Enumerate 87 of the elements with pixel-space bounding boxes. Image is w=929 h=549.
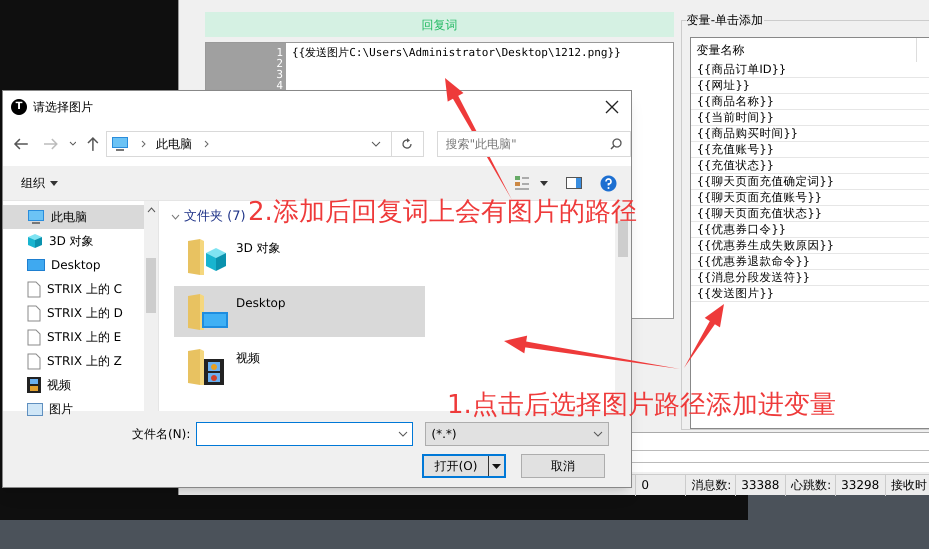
variable-item[interactable]: {{充值账号}} xyxy=(690,142,929,158)
film-icon xyxy=(27,377,41,393)
scrollbar[interactable] xyxy=(144,201,158,411)
nav-item[interactable]: STRIX 上的 Z xyxy=(3,349,144,373)
chevron-down-icon xyxy=(593,431,604,437)
column-header: 变量名称 xyxy=(690,38,917,62)
help-icon[interactable] xyxy=(600,174,617,192)
variable-item[interactable]: {{充值状态}} xyxy=(690,158,929,174)
document-icon xyxy=(27,328,41,346)
status-text: 接收时 xyxy=(885,474,929,496)
variable-item[interactable]: {{聊天页面充值账号}} xyxy=(690,190,929,206)
app-logo: T xyxy=(11,98,27,114)
cancel-button[interactable]: 取消 xyxy=(521,454,605,478)
document-icon xyxy=(27,280,41,298)
group-title: 变量-单击添加 xyxy=(686,12,764,28)
dialog-title: 请选择图片 xyxy=(33,98,93,116)
chevron-down-icon[interactable] xyxy=(68,141,76,147)
caret-icon xyxy=(492,464,501,468)
folder-item[interactable]: 视频 xyxy=(174,341,425,392)
code-line: {{发送图片C:\Users\Administrator\Desktop\1212.png}} xyxy=(292,46,622,60)
line-number: 1 xyxy=(276,47,283,58)
cube-icon xyxy=(27,233,43,249)
chevron-right-icon xyxy=(141,140,146,148)
computer-icon xyxy=(27,209,45,225)
organize-menu[interactable]: 组织 xyxy=(21,174,58,192)
chevron-down-icon[interactable] xyxy=(171,214,180,220)
group-header: 文件夹 (7) xyxy=(184,208,246,226)
nav-item[interactable]: Desktop xyxy=(3,253,144,277)
folder-item[interactable]: 3D 对象 xyxy=(174,231,425,282)
search-icon xyxy=(610,138,622,150)
variable-item[interactable]: {{聊天页面充值确定词}} xyxy=(690,174,929,190)
variable-item[interactable]: {{当前时间}} xyxy=(690,110,929,126)
status-text: 心跳数: xyxy=(785,474,836,496)
annotation-arrow xyxy=(684,304,724,368)
file-type-dropdown[interactable]: (*.*) xyxy=(425,422,610,446)
status-text: 0 xyxy=(635,474,686,496)
chevron-right-icon xyxy=(204,140,210,148)
nav-item[interactable]: 图片 xyxy=(3,397,144,421)
variable-item[interactable]: {{发送图片}} xyxy=(690,286,929,302)
variable-item[interactable]: {{商品订单ID}} xyxy=(690,62,929,78)
nav-item[interactable]: STRIX 上的 C xyxy=(3,277,144,301)
chevron-down-icon xyxy=(398,431,408,437)
chevron-up-icon[interactable] xyxy=(146,207,156,213)
variable-item[interactable]: {{优惠券生成失败原因}} xyxy=(690,238,929,254)
chevron-down-icon[interactable] xyxy=(371,141,382,147)
image-icon xyxy=(27,402,43,416)
variable-item[interactable]: {{网址}} xyxy=(690,78,929,94)
close-icon xyxy=(605,100,619,114)
breadcrumb-item[interactable]: 此电脑 xyxy=(156,135,192,153)
nav-item[interactable]: STRIX 上的 E xyxy=(3,325,144,349)
search-input[interactable]: 搜索"此电脑" xyxy=(446,135,610,153)
line-number: 4 xyxy=(276,80,283,91)
line-number: 3 xyxy=(276,69,283,80)
desktop-icon xyxy=(27,258,45,272)
variable-item[interactable]: {{聊天页面充值状态}} xyxy=(690,206,929,222)
search-field[interactable]: 搜索"此电脑" xyxy=(436,131,632,157)
refresh-button[interactable] xyxy=(392,131,424,157)
address-bar[interactable]: 此电脑 xyxy=(106,131,392,157)
variable-item[interactable]: {{商品名称}} xyxy=(690,94,929,110)
caret-icon[interactable] xyxy=(540,180,548,186)
document-icon xyxy=(27,352,41,370)
preview-pane-icon[interactable] xyxy=(566,177,582,189)
nav-item[interactable]: 视频 xyxy=(3,373,144,397)
variable-item[interactable]: {{优惠券退款命令}} xyxy=(690,254,929,270)
caret-icon xyxy=(50,180,58,186)
back-arrow-icon[interactable] xyxy=(13,137,29,151)
document-icon xyxy=(27,304,41,322)
status-text: 33388 xyxy=(735,474,786,496)
refresh-icon xyxy=(401,138,414,150)
nav-item[interactable]: 此电脑 xyxy=(3,205,144,229)
nav-item[interactable]: STRIX 上的 D xyxy=(3,301,144,325)
editor-header: 回复词 xyxy=(205,12,674,37)
variable-item[interactable]: {{优惠券口令}} xyxy=(690,222,929,238)
folder-item[interactable]: Desktop xyxy=(174,286,425,337)
variable-item[interactable]: {{消息分段发送符}} xyxy=(690,270,929,286)
nav-item[interactable]: 3D 对象 xyxy=(3,229,144,253)
view-options-icon[interactable] xyxy=(514,175,530,191)
status-text: 消息数: xyxy=(685,474,736,496)
scrollbar-thumb[interactable] xyxy=(146,258,156,313)
filename-field[interactable] xyxy=(196,422,414,446)
variable-item[interactable]: {{商品购买时间}} xyxy=(690,126,929,142)
computer-icon xyxy=(111,136,130,152)
line-number: 2 xyxy=(276,58,283,69)
filename-label: 文件名(N): xyxy=(132,426,190,443)
up-arrow-icon[interactable] xyxy=(86,136,100,152)
status-text: 33298 xyxy=(835,474,886,496)
open-button[interactable]: 打开(O) xyxy=(422,454,506,478)
